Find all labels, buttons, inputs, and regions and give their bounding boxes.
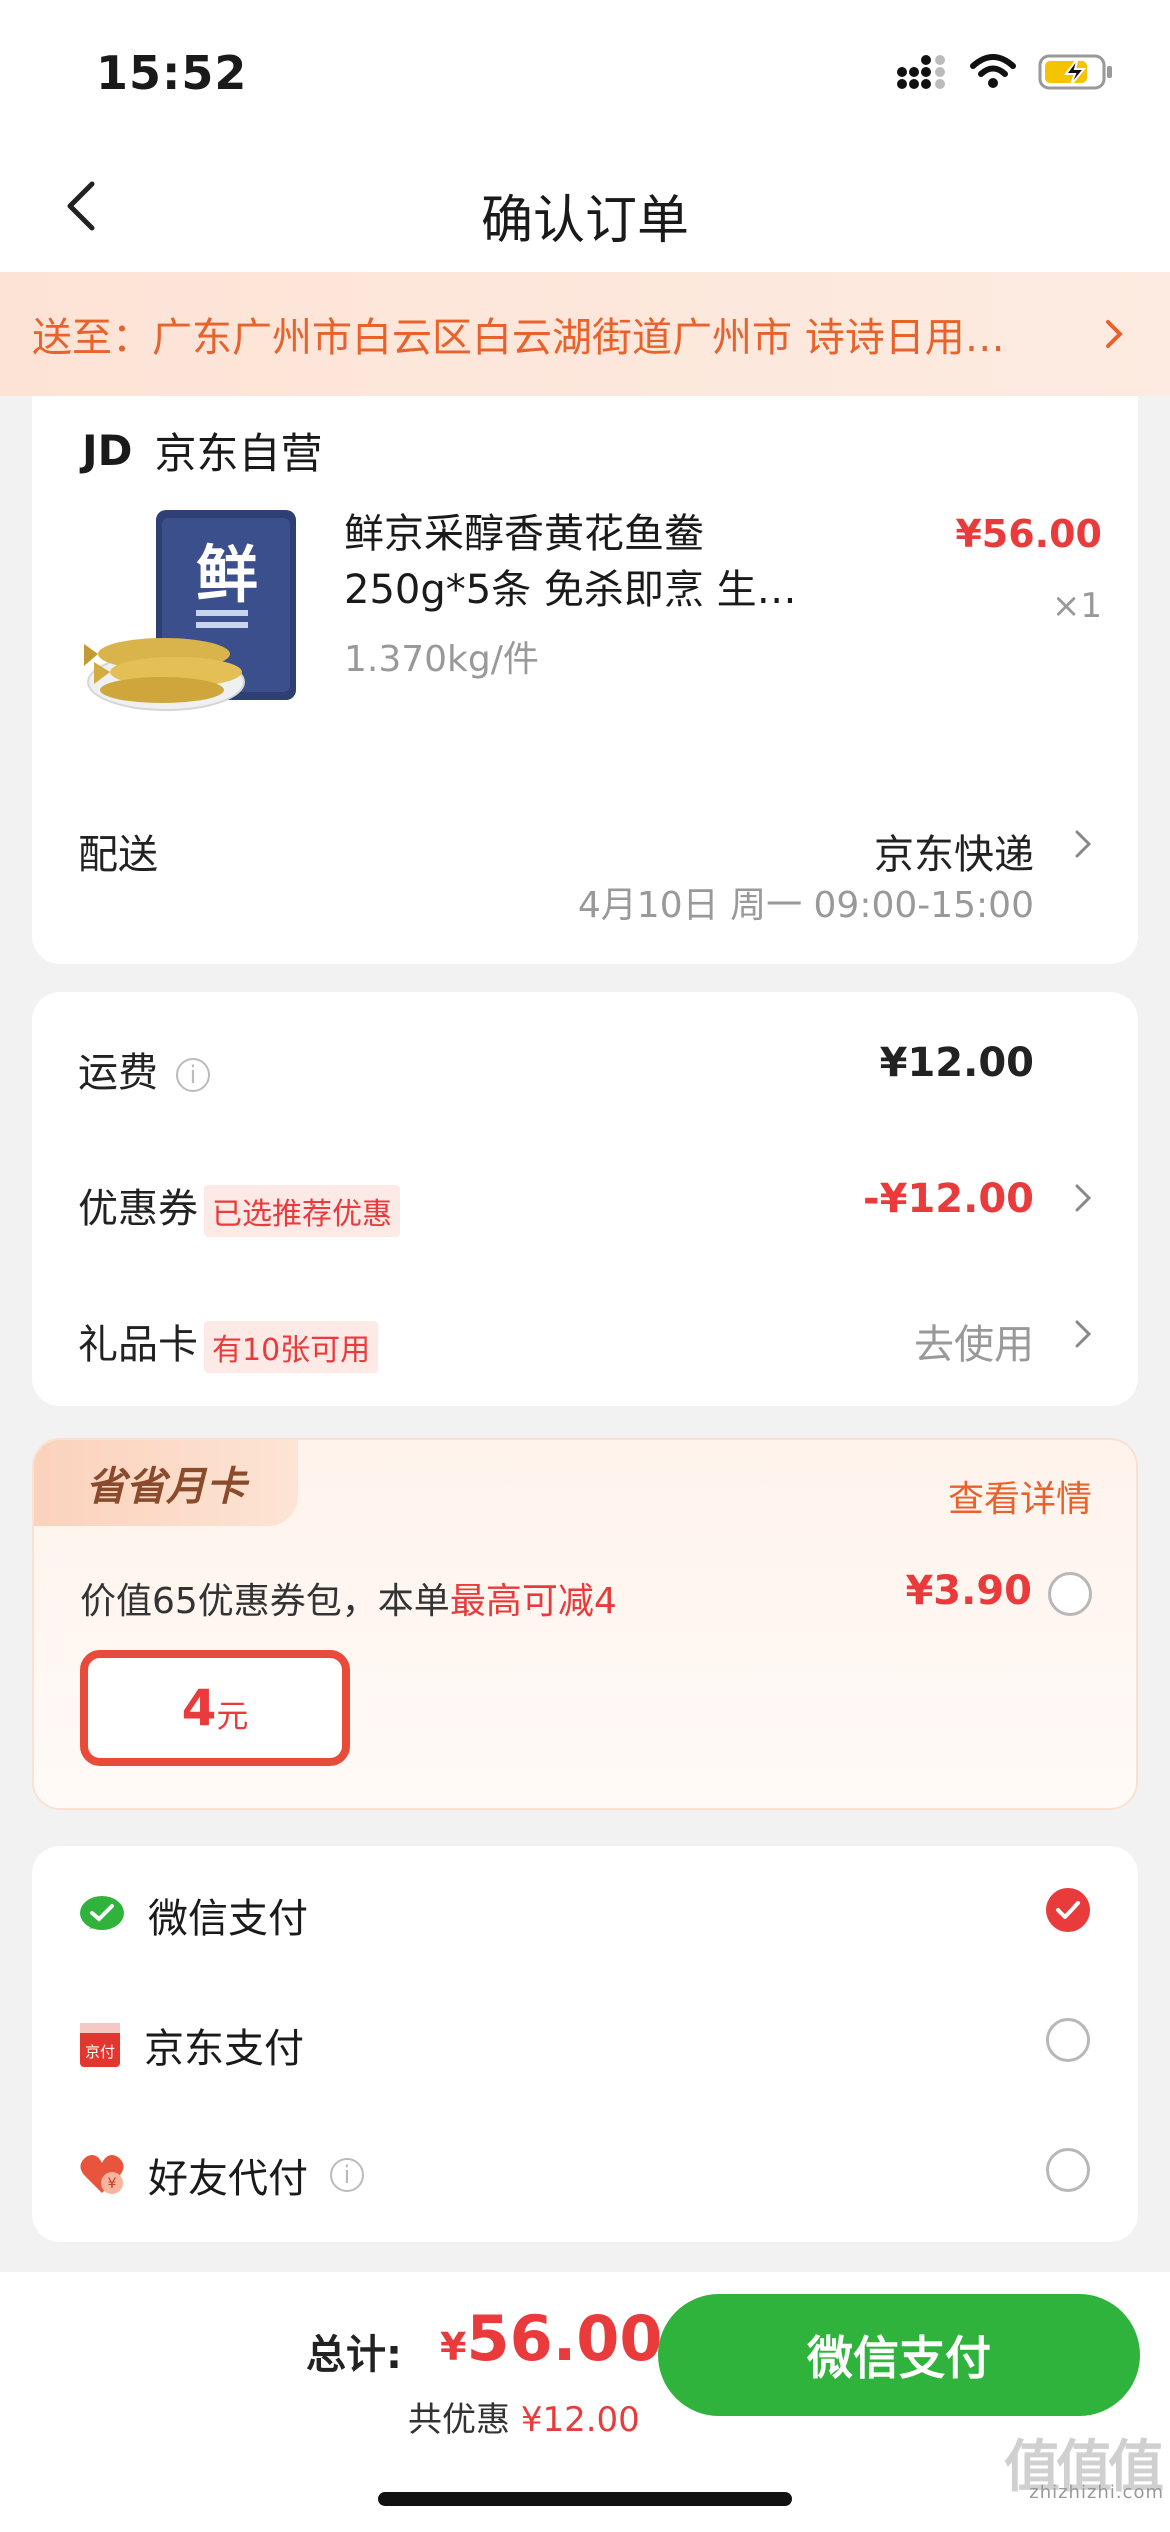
voucher-amount: 4 xyxy=(181,1679,217,1737)
status-time: 15:52 xyxy=(96,46,248,100)
monthly-card-section: 省省月卡 查看详情 价值65优惠券包，本单最高可减4 ¥3.90 4元 xyxy=(32,1438,1138,1810)
product-card: JD 京东自营 鲜 鲜京采醇香黄花鱼鲞250g*5条 免杀即烹 生… 1.370… xyxy=(32,396,1138,964)
voucher-ticket: 4元 xyxy=(80,1650,350,1766)
page-title: 确认订单 xyxy=(480,191,689,251)
payment-option-jd[interactable]: 京付 京东支付 xyxy=(78,2016,304,2074)
product-quantity: ×1 xyxy=(1051,586,1102,626)
fish-product-image: 鲜 xyxy=(84,510,296,711)
delivery-label: 配送 xyxy=(78,832,158,878)
coupon-label: 优惠券 xyxy=(78,1186,198,1232)
pay-button[interactable]: 微信支付 xyxy=(658,2294,1140,2416)
jd-logo: JD xyxy=(82,426,133,475)
payment-label: 微信支付 xyxy=(148,1896,308,1942)
desc-prefix: 价值65优惠券包，本单 xyxy=(80,1581,450,1622)
product-title[interactable]: 鲜京采醇香黄花鱼鲞250g*5条 免杀即烹 生… xyxy=(344,506,844,618)
product-spec: 1.370kg/件 xyxy=(344,639,539,680)
shipping-row: 运费 i xyxy=(78,1040,210,1098)
chevron-right-icon[interactable] xyxy=(1068,826,1098,862)
shipping-label: 运费 xyxy=(78,1050,158,1096)
chevron-right-icon[interactable] xyxy=(1068,1316,1098,1352)
saved-prefix: 共优惠 xyxy=(408,2400,510,2440)
voucher-unit: 元 xyxy=(216,1697,249,1735)
delivery-address-text: 送至：广东广州市白云区白云湖街道广州市 诗诗日用… xyxy=(32,315,1005,361)
friend-pay-icon-text: ¥ xyxy=(108,2176,117,2192)
coupon-tag: 已选推荐优惠 xyxy=(204,1185,400,1237)
store-name: 京东自营 xyxy=(154,429,323,478)
checkmark-icon xyxy=(1056,1901,1080,1919)
payment-card: 微信支付 京付 京东支付 ¥ 好友代付 i xyxy=(32,1846,1138,2242)
battery-charging-icon xyxy=(1038,54,1112,90)
delivery-time[interactable]: 4月10日 周一 09:00-15:00 xyxy=(578,876,1034,928)
friend-pay-heart-icon: ¥ xyxy=(80,2155,124,2194)
package-label: 鲜 xyxy=(196,538,258,611)
delivery-method[interactable]: 京东快递 xyxy=(874,822,1034,880)
jd-pay-icon: 京付 xyxy=(80,2023,120,2067)
giftcard-action[interactable]: 去使用 xyxy=(914,1312,1034,1370)
jd-pay-radio[interactable] xyxy=(1046,2018,1090,2062)
home-indicator[interactable] xyxy=(378,2492,792,2506)
product-image[interactable]: 鲜 xyxy=(84,504,306,726)
delivery-address-banner[interactable]: 送至：广东广州市白云区白云湖街道广州市 诗诗日用… xyxy=(0,272,1170,396)
checkout-footer: 总计: ¥56.00 共优惠 ¥12.00 微信支付 xyxy=(0,2272,1170,2532)
desc-highlight: 最高可减4 xyxy=(449,1581,617,1622)
status-bar: 15:52 xyxy=(0,0,1170,140)
giftcard-tag: 有10张可用 xyxy=(204,1321,379,1373)
wechat-pay-radio-checked[interactable] xyxy=(1046,1888,1090,1932)
jd-pay-icon-text: 京付 xyxy=(85,2043,115,2061)
payment-label: 好友代付 xyxy=(148,2156,308,2202)
nav-bar: 确认订单 xyxy=(0,140,1170,272)
cellular-signal-icon xyxy=(897,55,945,89)
total-value: 56.00 xyxy=(466,2302,663,2375)
friend-pay-radio[interactable] xyxy=(1046,2148,1090,2192)
total-amount: ¥56.00 xyxy=(440,2302,663,2375)
shipping-value: ¥12.00 xyxy=(879,1040,1034,1086)
info-icon[interactable]: i xyxy=(176,1058,210,1092)
watermark-site: zhizhizhi.com xyxy=(1029,2482,1164,2503)
fees-card: 运费 i ¥12.00 优惠券 已选推荐优惠 -¥12.00 礼品卡 有10张可用 去… xyxy=(32,992,1138,1406)
saved-value: ¥12.00 xyxy=(520,2400,640,2440)
payment-option-friend[interactable]: ¥ 好友代付 i xyxy=(78,2146,364,2204)
info-icon[interactable]: i xyxy=(330,2158,364,2192)
payment-option-wechat[interactable]: 微信支付 xyxy=(78,1886,308,1944)
chevron-right-icon xyxy=(1106,320,1123,348)
monthly-card-description: 价值65优惠券包，本单最高可减4 xyxy=(80,1572,617,1624)
status-icons xyxy=(896,52,1114,92)
coupon-value[interactable]: -¥12.00 xyxy=(863,1176,1034,1222)
monthly-card-radio[interactable] xyxy=(1048,1572,1092,1616)
total-label: 总计: xyxy=(306,2332,402,2378)
wechat-icon xyxy=(80,1896,124,1930)
chevron-right-icon[interactable] xyxy=(1068,1180,1098,1216)
coupon-row[interactable]: 优惠券 已选推荐优惠 xyxy=(78,1176,400,1237)
view-details-link[interactable]: 查看详情 xyxy=(948,1470,1092,1522)
payment-label: 京东支付 xyxy=(144,2026,304,2072)
monthly-card-badge: 省省月卡 xyxy=(34,1440,298,1526)
store-header: JD 京东自营 xyxy=(82,420,323,481)
giftcard-row[interactable]: 礼品卡 有10张可用 xyxy=(78,1312,379,1373)
giftcard-label: 礼品卡 xyxy=(78,1322,198,1368)
monthly-card-price: ¥3.90 xyxy=(905,1568,1032,1614)
product-price: ¥56.00 xyxy=(955,512,1102,556)
currency-symbol: ¥ xyxy=(440,2325,467,2369)
saved-amount: 共优惠 ¥12.00 xyxy=(408,2392,640,2441)
wifi-icon xyxy=(970,54,1016,88)
